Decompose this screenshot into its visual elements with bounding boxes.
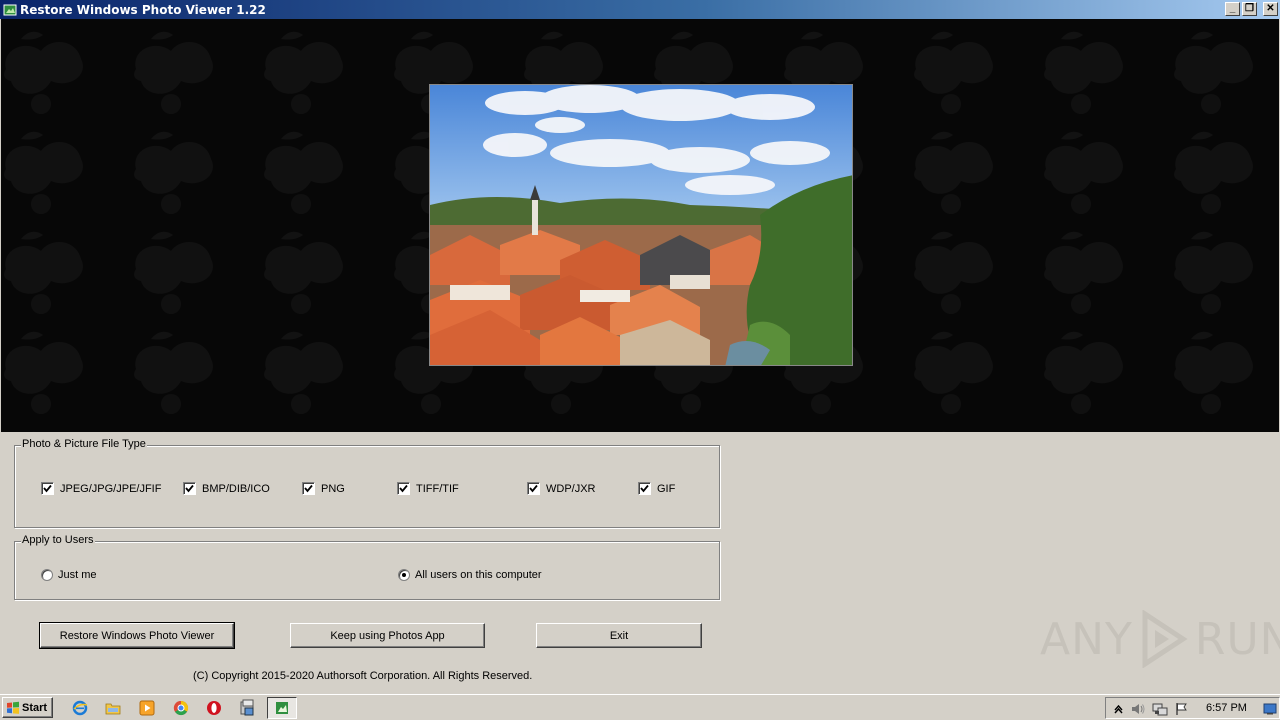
checkbox-box[interactable] (183, 482, 196, 495)
banner (1, 19, 1279, 432)
show-hidden-icons-icon[interactable] (1110, 701, 1126, 717)
checkbox-label: WDP/JXR (546, 482, 596, 495)
radio-label: All users on this computer (415, 569, 542, 581)
play-logo-icon (1142, 610, 1188, 668)
radio-circle[interactable] (41, 569, 53, 581)
checkbox-label: BMP/DIB/ICO (202, 482, 270, 495)
window-title: Restore Windows Photo Viewer 1.22 (20, 2, 266, 17)
checkmark-icon (529, 484, 538, 493)
checkbox-label: GIF (657, 482, 676, 495)
checkmark-icon (304, 484, 313, 493)
checkbox-box[interactable] (638, 482, 651, 495)
checkmark-icon (43, 484, 52, 493)
watermark-left: ANY (1040, 613, 1133, 665)
copyright-text: (C) Copyright 2015-2020 Authorsoft Corpo… (193, 670, 533, 682)
radio-all-users[interactable]: All users on this computer (398, 569, 542, 581)
watermark-right: RUN (1194, 613, 1280, 665)
file-type-legend: Photo & Picture File Type (21, 438, 147, 450)
radio-circle-selected[interactable] (398, 569, 410, 581)
installer-icon[interactable] (238, 698, 258, 718)
checkbox-png[interactable]: PNG (302, 482, 345, 495)
network-icon[interactable] (1152, 701, 1168, 717)
file-type-group: Photo & Picture File Type JPEG/JPG/JPE/J… (14, 438, 720, 528)
title-bar: Restore Windows Photo Viewer 1.22 _ ❐ ✕ (0, 0, 1280, 19)
checkbox-wdp[interactable]: WDP/JXR (527, 482, 596, 495)
media-player-icon[interactable] (137, 698, 157, 718)
radio-dot (402, 573, 406, 577)
checkmark-icon (399, 484, 408, 493)
restore-window-button[interactable]: ❐ (1242, 2, 1257, 16)
apply-to-users-group: Apply to Users Just me All users on this… (14, 534, 720, 600)
checkbox-box[interactable] (397, 482, 410, 495)
checkbox-jpeg[interactable]: JPEG/JPG/JPE/JFIF (41, 482, 161, 495)
close-button[interactable]: ✕ (1263, 2, 1278, 16)
checkmark-icon (640, 484, 649, 493)
radio-label: Just me (58, 569, 97, 581)
checkbox-box[interactable] (41, 482, 54, 495)
restore-photo-viewer-button[interactable]: Restore Windows Photo Viewer (39, 622, 235, 649)
folder-icon[interactable] (103, 698, 123, 718)
minimize-button[interactable]: _ (1225, 2, 1240, 16)
app-icon (3, 3, 17, 17)
taskbar: Start 6:57 PM (0, 694, 1280, 720)
exit-button[interactable]: Exit (536, 623, 702, 648)
windows-logo-icon (7, 701, 19, 714)
volume-icon[interactable] (1130, 701, 1146, 717)
chrome-icon[interactable] (171, 698, 191, 718)
start-button[interactable]: Start (2, 697, 53, 718)
clock[interactable]: 6:57 PM (1206, 702, 1247, 714)
checkmark-icon (185, 484, 194, 493)
photo-viewer-task-icon[interactable] (267, 697, 297, 719)
action-center-flag-icon[interactable] (1174, 701, 1190, 717)
ie-icon[interactable] (70, 698, 90, 718)
sample-photo (429, 84, 853, 366)
system-tray: 6:57 PM (1105, 697, 1280, 719)
checkbox-gif[interactable]: GIF (638, 482, 675, 495)
apply-to-users-legend: Apply to Users (21, 534, 95, 546)
keep-photos-app-button[interactable]: Keep using Photos App (290, 623, 485, 648)
start-label: Start (22, 701, 48, 714)
checkbox-box[interactable] (527, 482, 540, 495)
checkbox-label: TIFF/TIF (416, 482, 459, 495)
checkbox-box[interactable] (302, 482, 315, 495)
show-desktop-icon[interactable] (1262, 701, 1278, 717)
radio-just-me[interactable]: Just me (41, 569, 97, 581)
checkbox-label: JPEG/JPG/JPE/JFIF (60, 482, 162, 495)
anyrun-watermark: ANY RUN (1040, 610, 1280, 668)
checkbox-label: PNG (321, 482, 345, 495)
checkbox-tiff[interactable]: TIFF/TIF (397, 482, 459, 495)
checkbox-bmp[interactable]: BMP/DIB/ICO (183, 482, 270, 495)
opera-icon[interactable] (204, 698, 224, 718)
